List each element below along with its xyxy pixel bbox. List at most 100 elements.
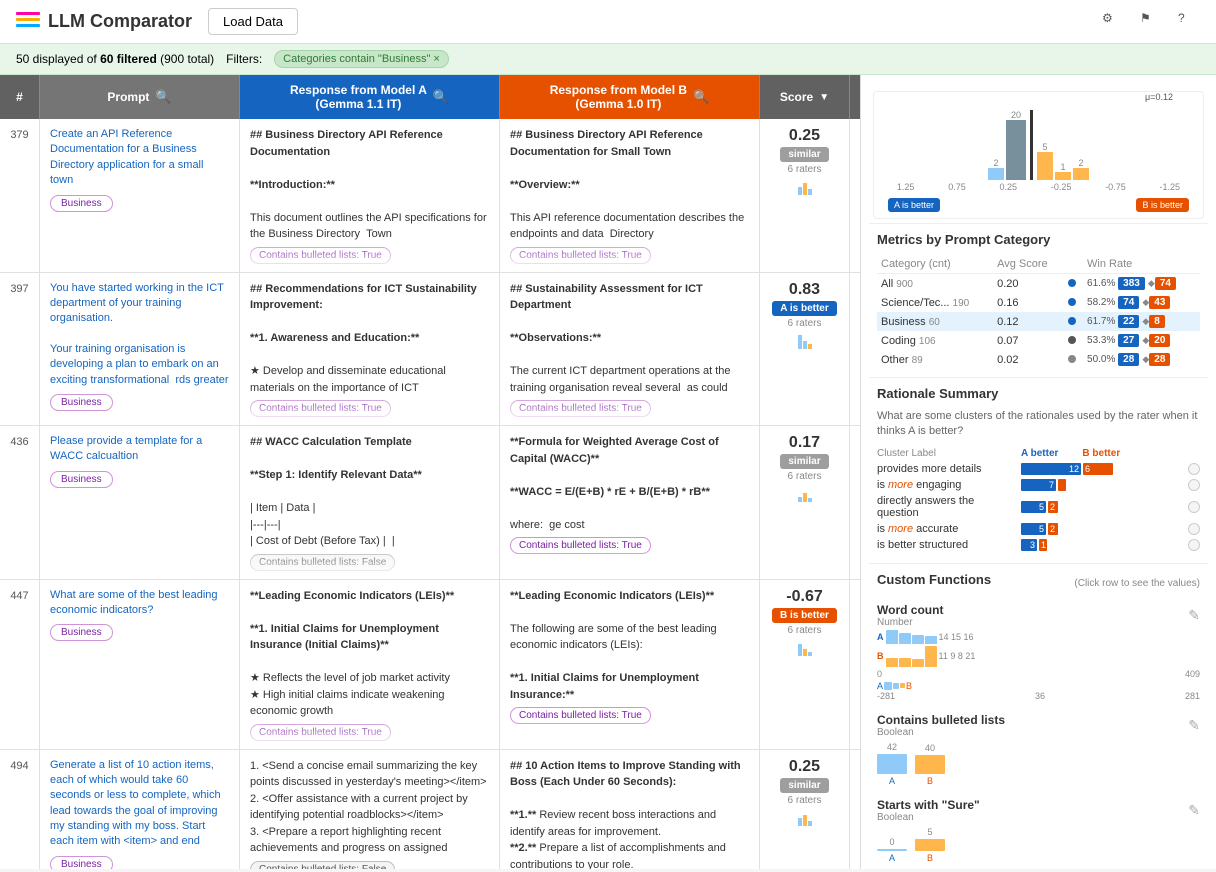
rationale-circle[interactable]: [1188, 523, 1200, 535]
model-a-search-icon[interactable]: 🔍: [433, 89, 449, 105]
metrics-row[interactable]: Coding 106 0.07 53.3% 27 ◆20: [877, 331, 1200, 350]
rationale-section: Rationale Summary What are some clusters…: [869, 377, 1208, 563]
col-header-score: Score ▼: [760, 75, 850, 119]
row-prompt[interactable]: What are some of the best leading econom…: [40, 580, 240, 749]
prompt-text[interactable]: You have started working in the ICT depa…: [50, 281, 229, 389]
score-distribution: μ=0.12 2 20: [869, 83, 1208, 223]
raters-count: 6 raters: [788, 625, 822, 636]
model-b-search-icon[interactable]: 🔍: [693, 89, 709, 105]
rationale-circle[interactable]: [1188, 479, 1200, 491]
rationale-circle[interactable]: [1188, 463, 1200, 475]
row-prompt[interactable]: Generate a list of 10 action items, each…: [40, 750, 240, 870]
row-response-a[interactable]: **Leading Economic Indicators (LEIs)** *…: [240, 580, 500, 749]
custom-functions-note: (Click row to see the values): [1074, 578, 1200, 589]
edit-icon[interactable]: ✎: [1188, 802, 1200, 819]
rationale-row: is better structured 3 1: [877, 539, 1200, 551]
score-badge: A is better: [772, 301, 837, 316]
custom-fn-bulleted[interactable]: Contains bulleted lists Boolean ✎ 42 A 4…: [877, 713, 1200, 786]
contains-badge-a: Contains bulleted lists: False: [250, 861, 395, 870]
col-header-num: #: [0, 75, 40, 119]
app-header: LLM Comparator Load Data ⚙ ⚑ ?: [0, 0, 1216, 44]
row-response-b[interactable]: **Formula for Weighted Average Cost of C…: [500, 426, 760, 579]
prompt-text[interactable]: Generate a list of 10 action items, each…: [50, 758, 229, 850]
load-data-button[interactable]: Load Data: [208, 8, 298, 35]
row-response-a[interactable]: ## Recommendations for ICT Sustainabilit…: [240, 273, 500, 426]
response-text-b: ## 10 Action Items to Improve Standing w…: [510, 758, 749, 870]
metrics-row[interactable]: Science/Tec... 190 0.16 58.2% 74 ◆43: [877, 293, 1200, 312]
custom-fn-word-count[interactable]: Word count Number ✎ A 14 15: [877, 603, 1200, 701]
label-a-better: A is better: [888, 198, 940, 212]
metrics-table: Category (cnt) Avg Score Win Rate All 90…: [877, 255, 1200, 369]
row-response-b[interactable]: ## 10 Action Items to Improve Standing w…: [500, 750, 760, 870]
score-badge: B is better: [772, 608, 837, 623]
avg-dot: [1068, 279, 1076, 287]
contains-badge-a: Contains bulleted lists: True: [250, 724, 391, 741]
filters-label: Filters:: [226, 52, 262, 66]
raters-count: 6 raters: [788, 471, 822, 482]
filter-count: 50 displayed of 60 filtered (900 total): [16, 52, 214, 66]
help-icon[interactable]: ?: [1178, 11, 1200, 33]
row-num: 379: [0, 119, 40, 272]
score-sort-icon[interactable]: ▼: [819, 92, 829, 103]
row-response-a[interactable]: ## Business Directory API Reference Docu…: [240, 119, 500, 272]
fn-name: Word count: [877, 603, 943, 617]
custom-functions-header: Custom Functions (Click row to see the v…: [877, 572, 1200, 595]
category-badge[interactable]: Business: [50, 856, 113, 869]
metrics-row[interactable]: Other 89 0.02 50.0% 28 ◆28: [877, 350, 1200, 369]
contains-badge-b: Contains bulleted lists: True: [510, 537, 651, 554]
score-badge: similar: [780, 778, 828, 793]
response-text-b: ## Business Directory API Reference Docu…: [510, 127, 749, 243]
metrics-section: Metrics by Prompt Category Category (cnt…: [869, 223, 1208, 377]
row-score: 0.25 similar 6 raters: [760, 119, 850, 272]
row-prompt[interactable]: Please provide a template for a WACC cal…: [40, 426, 240, 579]
rationale-bars: 5 2: [1021, 523, 1184, 535]
table-body: 379 Create an API Reference Documentatio…: [0, 119, 860, 869]
row-prompt[interactable]: Create an API Reference Documentation fo…: [40, 119, 240, 272]
rationale-header: Cluster Label A better B better: [877, 448, 1200, 459]
metrics-row[interactable]: All 900 0.20 61.6% 383 ◆74: [877, 274, 1200, 294]
metrics-row-business[interactable]: Business 60 0.12 61.7% 22 ◆8: [877, 312, 1200, 331]
prompt-search-icon[interactable]: 🔍: [155, 89, 171, 105]
custom-fn-sure[interactable]: Starts with "Sure" Boolean ✎ 0 A 5 B: [877, 798, 1200, 863]
edit-icon[interactable]: ✎: [1188, 717, 1200, 734]
response-text-a: ## Business Directory API Reference Docu…: [250, 127, 489, 243]
row-response-b[interactable]: **Leading Economic Indicators (LEIs)** T…: [500, 580, 760, 749]
category-badge[interactable]: Business: [50, 471, 113, 488]
col-header-model-a: Response from Model A(Gemma 1.1 IT) 🔍: [240, 75, 500, 119]
edit-icon[interactable]: ✎: [1188, 607, 1200, 624]
settings-icon[interactable]: ⚙: [1102, 11, 1124, 33]
rationale-bars: 12 6: [1021, 463, 1184, 475]
prompt-text[interactable]: Please provide a template for a WACC cal…: [50, 434, 229, 465]
row-response-b[interactable]: ## Business Directory API Reference Docu…: [500, 119, 760, 272]
rationale-circle[interactable]: [1188, 539, 1200, 551]
category-badge[interactable]: Business: [50, 624, 113, 641]
table-section: # Prompt 🔍 Response from Model A(Gemma 1…: [0, 75, 860, 869]
row-response-a[interactable]: 1. <Send a concise email summarizing the…: [240, 750, 500, 870]
row-num: 494: [0, 750, 40, 870]
alert-icon[interactable]: ⚑: [1140, 11, 1162, 33]
logo-icon: [16, 12, 40, 32]
category-badge[interactable]: Business: [50, 195, 113, 212]
category-badge[interactable]: Business: [50, 394, 113, 411]
mini-chart: [798, 331, 812, 349]
rationale-desc: What are some clusters of the rationales…: [877, 409, 1200, 440]
row-prompt[interactable]: You have started working in the ICT depa…: [40, 273, 240, 426]
score-badge: similar: [780, 147, 828, 162]
score-badge: similar: [780, 454, 828, 469]
table-row: 379 Create an API Reference Documentatio…: [0, 119, 860, 273]
contains-badge-b: Contains bulleted lists: True: [510, 707, 651, 724]
filter-chip[interactable]: Categories contain "Business" ×: [274, 50, 449, 68]
prompt-text[interactable]: What are some of the best leading econom…: [50, 588, 229, 619]
right-panel: μ=0.12 2 20: [860, 75, 1216, 869]
raters-count: 6 raters: [788, 164, 822, 175]
contains-badge-b: Contains bulleted lists: True: [510, 247, 651, 264]
contains-badge-a: Contains bulleted lists: True: [250, 247, 391, 264]
fn-type: Boolean: [877, 812, 980, 823]
rationale-circle[interactable]: [1188, 501, 1200, 513]
mini-chart: [798, 484, 812, 502]
row-response-a[interactable]: ## WACC Calculation Template **Step 1: I…: [240, 426, 500, 579]
response-text-a: ## WACC Calculation Template **Step 1: I…: [250, 434, 489, 550]
row-response-b[interactable]: ## Sustainability Assessment for ICT Dep…: [500, 273, 760, 426]
prompt-text[interactable]: Create an API Reference Documentation fo…: [50, 127, 229, 189]
rationale-row: provides more details 12 6: [877, 463, 1200, 475]
